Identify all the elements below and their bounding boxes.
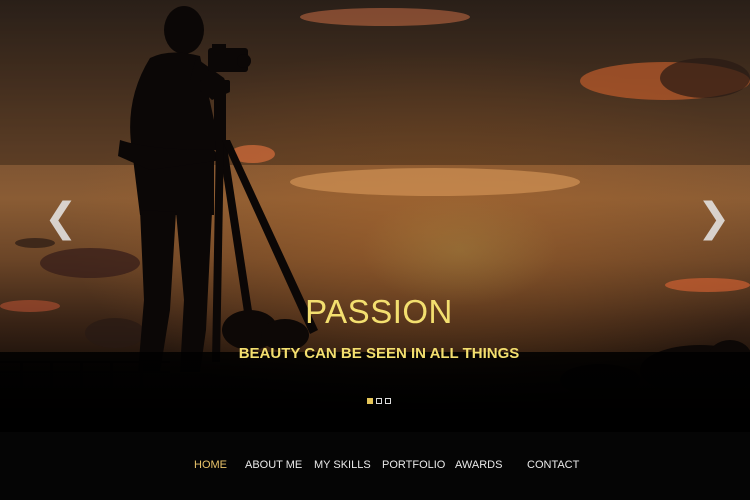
nav-contact[interactable]: CONTACT [527,459,579,471]
next-slide-icon[interactable]: ❯ [697,198,731,238]
slide-indicator[interactable] [376,398,382,404]
nav-awards[interactable]: AWARDS [455,459,502,471]
nav-portfolio[interactable]: PORTFOLIO [382,459,445,471]
prev-slide-icon[interactable]: ❮ [44,198,78,238]
nav-about-me[interactable]: ABOUT ME [245,459,302,471]
slide-subtitle: BEAUTY CAN BE SEEN IN ALL THINGS [238,345,520,362]
nav-home[interactable]: HOME [194,459,227,471]
nav-my-skills[interactable]: MY SKILLS [314,459,371,471]
main-navigation: HOME ABOUT ME MY SKILLS PORTFOLIO AWARDS… [0,432,750,500]
ground-shadow [0,352,750,432]
hero-slider: ❮ ❯ PASSION BEAUTY CAN BE SEEN IN ALL TH… [0,0,750,432]
slide-indicators [367,398,391,404]
slide-indicator[interactable] [367,398,373,404]
slide-title: PASSION [305,293,453,330]
slide-indicator[interactable] [385,398,391,404]
